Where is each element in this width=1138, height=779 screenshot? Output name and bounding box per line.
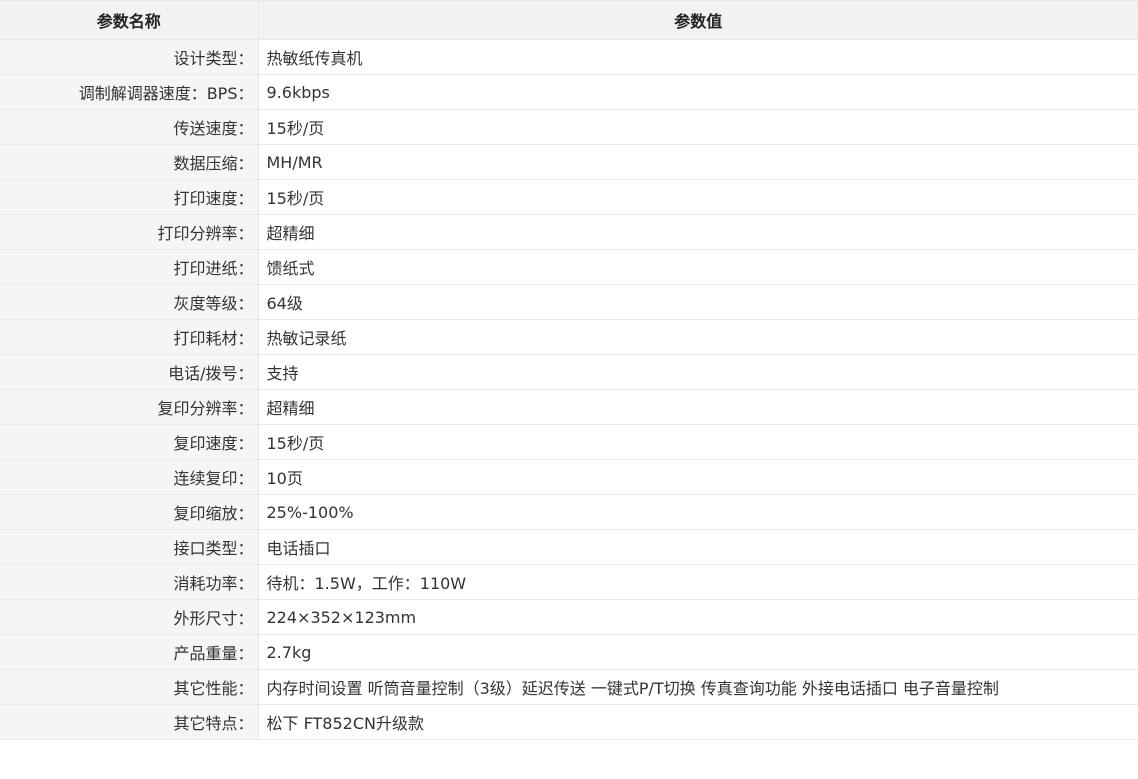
table-row: 打印分辨率： 超精细 [0, 214, 1138, 250]
param-name-cell: 数据压缩： [0, 144, 259, 180]
param-name-cell: 其它特点： [0, 704, 259, 740]
param-name-cell: 打印进纸： [0, 249, 259, 285]
param-value-cell: 15秒/页 [258, 109, 1138, 145]
param-name-cell: 调制解调器速度：BPS： [0, 74, 259, 110]
param-name-cell: 产品重量： [0, 634, 259, 670]
param-name-cell: 打印耗材： [0, 319, 259, 355]
table-row: 其它性能： 内存时间设置 听筒音量控制（3级）延迟传送 一键式P/T切换 传真查询… [0, 669, 1138, 705]
param-value-cell: 超精细 [258, 214, 1138, 250]
param-value-cell: 10页 [258, 459, 1138, 495]
param-name-cell: 传送速度： [0, 109, 259, 145]
table-row: 其它特点： 松下 FT852CN升级款 [0, 704, 1138, 740]
table-row: 接口类型： 电话插口 [0, 529, 1138, 565]
table-row: 数据压缩： MH/MR [0, 144, 1138, 180]
param-value-cell: 馈纸式 [258, 249, 1138, 285]
column-header-value: 参数值 [258, 0, 1138, 40]
param-name-cell: 打印速度： [0, 179, 259, 215]
param-value-cell: 超精细 [258, 389, 1138, 425]
table-row: 外形尺寸： 224×352×123mm [0, 599, 1138, 635]
table-header-row: 参数名称 参数值 [0, 0, 1138, 40]
table-row: 打印速度： 15秒/页 [0, 179, 1138, 215]
param-value-cell: 热敏纸传真机 [258, 39, 1138, 75]
table-row: 复印分辨率： 超精细 [0, 389, 1138, 425]
table-row: 设计类型： 热敏纸传真机 [0, 39, 1138, 75]
table-row: 电话/拨号： 支持 [0, 354, 1138, 390]
param-name-cell: 其它性能： [0, 669, 259, 705]
table-row: 产品重量： 2.7kg [0, 634, 1138, 670]
column-header-name: 参数名称 [0, 0, 259, 40]
param-value-cell: 电话插口 [258, 529, 1138, 565]
param-name-cell: 复印缩放： [0, 494, 259, 530]
param-value-cell: 内存时间设置 听筒音量控制（3级）延迟传送 一键式P/T切换 传真查询功能 外接… [258, 669, 1138, 705]
table-row: 打印进纸： 馈纸式 [0, 249, 1138, 285]
param-value-cell: 松下 FT852CN升级款 [258, 704, 1138, 740]
table-body: 设计类型： 热敏纸传真机 调制解调器速度：BPS： 9.6kbps 传送速度： 15秒/页… [0, 39, 1138, 740]
param-name-cell: 打印分辨率： [0, 214, 259, 250]
param-value-cell: 热敏记录纸 [258, 319, 1138, 355]
param-value-cell: 15秒/页 [258, 179, 1138, 215]
param-name-cell: 电话/拨号： [0, 354, 259, 390]
param-name-cell: 灰度等级： [0, 284, 259, 320]
param-name-cell: 外形尺寸： [0, 599, 259, 635]
param-name-cell: 设计类型： [0, 39, 259, 75]
param-value-cell: 64级 [258, 284, 1138, 320]
param-value-cell: 2.7kg [258, 634, 1138, 670]
table-row: 灰度等级： 64级 [0, 284, 1138, 320]
table-row: 复印速度： 15秒/页 [0, 424, 1138, 460]
param-name-cell: 复印速度： [0, 424, 259, 460]
table-row: 连续复印： 10页 [0, 459, 1138, 495]
table-row: 打印耗材： 热敏记录纸 [0, 319, 1138, 355]
param-value-cell: 224×352×123mm [258, 599, 1138, 635]
table-row: 传送速度： 15秒/页 [0, 109, 1138, 145]
param-value-cell: 15秒/页 [258, 424, 1138, 460]
table-row: 消耗功率： 待机：1.5W，工作：110W [0, 564, 1138, 600]
param-name-cell: 接口类型： [0, 529, 259, 565]
param-value-cell: 支持 [258, 354, 1138, 390]
param-name-cell: 消耗功率： [0, 564, 259, 600]
param-name-cell: 复印分辨率： [0, 389, 259, 425]
param-value-cell: 25%-100% [258, 494, 1138, 530]
param-value-cell: MH/MR [258, 144, 1138, 180]
table-row: 调制解调器速度：BPS： 9.6kbps [0, 74, 1138, 110]
param-name-cell: 连续复印： [0, 459, 259, 495]
param-value-cell: 待机：1.5W，工作：110W [258, 564, 1138, 600]
table-row: 复印缩放： 25%-100% [0, 494, 1138, 530]
param-value-cell: 9.6kbps [258, 74, 1138, 110]
spec-table: 参数名称 参数值 设计类型： 热敏纸传真机 调制解调器速度：BPS： 9.6kbps 传… [0, 0, 1138, 740]
